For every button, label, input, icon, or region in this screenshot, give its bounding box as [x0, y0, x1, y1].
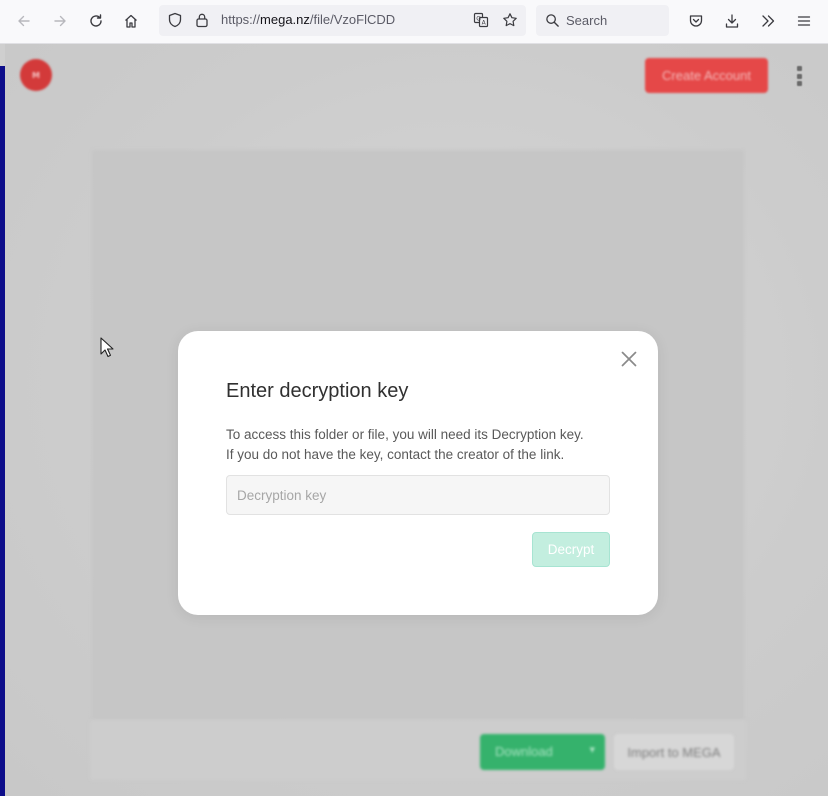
download-icon [725, 14, 739, 28]
downloads-button[interactable] [718, 7, 746, 35]
lock-icon[interactable] [194, 12, 210, 28]
overflow-icon [762, 15, 775, 27]
close-button[interactable] [618, 348, 640, 370]
url-prefix: https:// [221, 12, 261, 27]
menu-icon [797, 16, 811, 26]
shield-icon[interactable] [167, 12, 183, 28]
home-icon [125, 14, 137, 28]
import-to-mega-button: Import to MEGA [614, 734, 734, 770]
pocket-button[interactable] [682, 7, 710, 35]
close-icon [621, 351, 637, 367]
search-icon [546, 14, 559, 27]
pocket-icon [689, 15, 703, 27]
description-line-2: If you do not have the key, contact the … [226, 447, 565, 462]
mouse-cursor-icon [100, 337, 114, 358]
forward-button[interactable] [46, 7, 74, 35]
app-menu-button[interactable] [790, 7, 818, 35]
decrypt-button[interactable]: Decrypt [532, 532, 610, 567]
reload-icon [90, 14, 102, 27]
search-box[interactable]: Search [536, 5, 669, 36]
dialog-title: Enter decryption key [226, 380, 409, 402]
chevron-down-icon: ▾ [589, 744, 595, 756]
overflow-button[interactable] [754, 7, 782, 35]
bookmark-star-icon[interactable] [502, 12, 518, 28]
url-path: /file/VzoFlCDD [309, 12, 396, 27]
reload-button[interactable] [82, 7, 110, 35]
url-bar[interactable]: https://mega.nz/file/VzoFlCDD GA [159, 5, 526, 36]
search-placeholder: Search [566, 13, 608, 28]
create-account-button: Create Account [645, 58, 768, 93]
logo-letter: M [32, 70, 40, 80]
home-button[interactable] [117, 7, 145, 35]
svg-text:G: G [476, 16, 481, 23]
mega-logo: M [20, 59, 52, 91]
download-label: Download [495, 744, 553, 759]
forward-icon [54, 15, 66, 27]
back-icon [18, 15, 30, 27]
page-viewport: M Create Account Download ▾ Import to ME… [0, 44, 828, 796]
download-button: Download ▾ [480, 734, 605, 770]
url-text[interactable]: https://mega.nz/file/VzoFlCDD [221, 12, 395, 27]
browser-toolbar: https://mega.nz/file/VzoFlCDD GA Search [0, 0, 828, 44]
decryption-key-dialog: Enter decryption key To access this fold… [178, 331, 658, 615]
back-button[interactable] [10, 7, 38, 35]
decryption-key-input[interactable] [226, 475, 610, 515]
description-line-1: To access this folder or file, you will … [226, 427, 584, 442]
url-domain: mega.nz [260, 12, 310, 27]
kebab-menu-icon [795, 66, 803, 86]
dialog-description: To access this folder or file, you will … [226, 425, 626, 465]
translate-icon[interactable]: GA [473, 12, 489, 28]
